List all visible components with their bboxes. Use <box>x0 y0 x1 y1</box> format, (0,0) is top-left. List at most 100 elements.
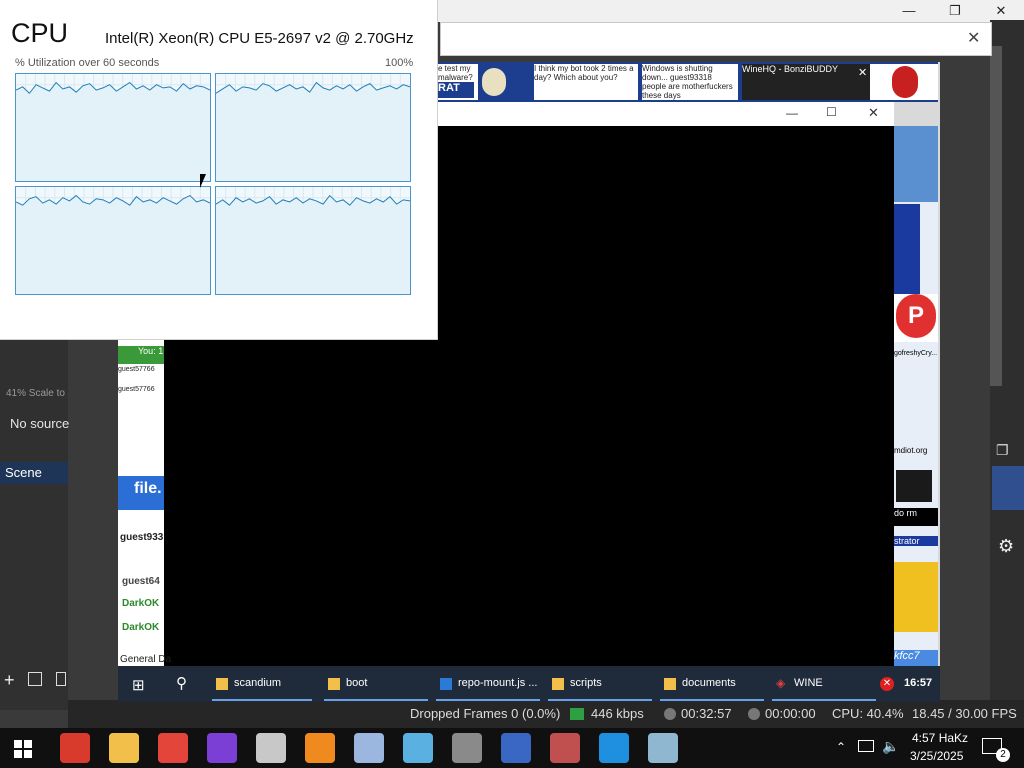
right-item-0: gofreshyCry... <box>894 350 938 357</box>
left-item-7: DarkOK <box>122 622 160 633</box>
proj-task-1[interactable]: boot <box>346 677 367 689</box>
right-item-3: strator <box>894 536 938 546</box>
gear-icon[interactable]: ⚙ <box>998 536 1014 557</box>
projector-taskbar: ⊞ ⚲ scandium boot repo-mount.js ... scri… <box>118 666 940 702</box>
chevron-up-icon[interactable]: ⌃ <box>836 740 846 754</box>
obs-left-panel: 41% Scale to No source Scene + <box>0 340 69 710</box>
vscode-icon <box>440 678 452 690</box>
task-underline <box>436 699 540 701</box>
projector-right-column: P gofreshyCry... mdiot.org do rm strator… <box>894 126 938 670</box>
right-block-ad <box>894 562 938 632</box>
thumb-face-icon <box>482 68 506 96</box>
cpu-core-graph-3 <box>215 186 411 295</box>
thumb-logo <box>870 64 938 100</box>
app-blue-icon[interactable] <box>403 733 433 763</box>
ie-icon[interactable] <box>599 733 629 763</box>
app-swirl-icon[interactable] <box>207 733 237 763</box>
dialog-close-icon[interactable]: ✕ <box>967 28 980 48</box>
app-people-icon[interactable] <box>550 733 580 763</box>
left-item-0: You: 1 <box>118 346 164 364</box>
paint-icon[interactable] <box>354 733 384 763</box>
projector-left-column: You: 1 guest57766 guest57766 file. guest… <box>118 340 171 670</box>
obs-right-panel: ❐ ⚙ <box>990 20 1024 710</box>
cpu-core-graph-2 <box>15 186 211 295</box>
file-explorer-icon[interactable] <box>109 733 139 763</box>
scene-label: Scene <box>5 465 42 480</box>
proj-start-icon[interactable]: ⊞ <box>132 676 145 694</box>
core-3-line <box>215 187 411 294</box>
obs-titlebar: — ❐ ✕ <box>438 0 1024 22</box>
thumb-4: WineHQ - BonziBUDDY <box>742 64 870 100</box>
file-banner: file. <box>118 476 164 510</box>
cpu-core-graph-1 <box>215 73 411 182</box>
cpu-panel: CPU Intel(R) Xeon(R) CPU E5-2697 v2 @ 2.… <box>0 0 438 340</box>
core-2-line <box>15 187 211 294</box>
taskbar-date[interactable]: 3/25/2025 <box>910 749 963 763</box>
task-underline <box>548 699 652 701</box>
maximize-icon[interactable]: ❐ <box>932 0 978 22</box>
proj-search-icon[interactable]: ⚲ <box>176 674 187 692</box>
app-bonzi-icon[interactable] <box>501 733 531 763</box>
taskbar-time[interactable]: 4:57 HaKz <box>912 731 968 745</box>
proj-minimize-icon[interactable]: — <box>786 106 798 120</box>
search-app-icon[interactable] <box>305 733 335 763</box>
cpu-usage: CPU: 40.4% <box>832 706 904 721</box>
task-manager-icon[interactable] <box>648 733 678 763</box>
projector-thumbnails: e test my malware? RAT I think my bot to… <box>438 62 938 102</box>
graph-max: 100% <box>385 57 414 69</box>
core-0-line <box>15 74 211 181</box>
add-scene-icon[interactable]: + <box>4 670 15 691</box>
scene-options-icon[interactable] <box>56 672 66 686</box>
right-block-blue <box>894 126 938 202</box>
task-underline <box>660 699 764 701</box>
proj-task-3[interactable]: scripts <box>570 677 602 689</box>
red-logo-icon <box>892 66 918 98</box>
right-block-psiphon: P <box>894 294 938 342</box>
notification-count: 2 <box>996 748 1010 762</box>
left-item-5: guest64 <box>122 576 160 587</box>
thumb-rat: RAT <box>438 82 474 98</box>
left-item-3: file. <box>134 480 162 497</box>
app-globe-icon[interactable] <box>452 733 482 763</box>
thumb-close-icon[interactable]: ✕ <box>858 66 867 79</box>
graph-label: % Utilization over 60 seconds <box>15 57 160 69</box>
mouse-cursor-icon <box>200 174 206 188</box>
left-item-4: guest933 <box>120 532 164 543</box>
projector-titlebar: — ☐ ✕ <box>438 102 894 126</box>
trash-icon[interactable] <box>28 672 42 686</box>
proj-task-2[interactable]: repo-mount.js ... <box>458 677 537 689</box>
proj-close-icon[interactable]: ✕ <box>868 105 879 121</box>
app-tray-icon[interactable] <box>256 733 286 763</box>
scrollbar[interactable] <box>990 46 1002 386</box>
windows-logo-icon <box>14 740 32 758</box>
window-icon[interactable]: ❐ <box>996 442 1024 460</box>
folder-icon <box>216 678 228 690</box>
error-icon[interactable]: ✕ <box>880 677 894 691</box>
live-time: 00:32:57 <box>681 706 732 721</box>
minimize-icon[interactable]: — <box>886 0 932 22</box>
dropped-frames: Dropped Frames 0 (0.0%) <box>410 706 561 721</box>
scene-header[interactable]: Scene <box>0 462 68 484</box>
folder-icon <box>552 678 564 690</box>
live-indicator-icon <box>664 708 676 720</box>
proj-maximize-icon[interactable]: ☐ <box>826 105 837 119</box>
app-red-icon[interactable] <box>60 733 90 763</box>
task-underline <box>772 699 876 701</box>
proj-task-5[interactable]: WINE <box>794 677 823 689</box>
network-icon[interactable] <box>858 740 874 752</box>
start-button[interactable] <box>14 740 32 758</box>
scale-label: 41% Scale to <box>6 388 65 399</box>
task-underline <box>324 699 428 701</box>
proj-task-0[interactable]: scandium <box>234 677 281 689</box>
rec-time: 00:00:00 <box>765 706 816 721</box>
chrome-icon[interactable] <box>158 733 188 763</box>
active-dock-tab[interactable] <box>992 466 1024 510</box>
rec-indicator-icon <box>748 708 760 720</box>
left-item-8: General Da <box>120 654 172 665</box>
close-icon[interactable]: ✕ <box>978 0 1024 22</box>
proj-task-4[interactable]: documents <box>682 677 736 689</box>
volume-icon[interactable]: 🔈 <box>882 738 899 755</box>
right-block-navy <box>894 204 920 294</box>
left-item-6: DarkOK <box>122 598 160 609</box>
bitrate: 446 kbps <box>591 706 644 721</box>
